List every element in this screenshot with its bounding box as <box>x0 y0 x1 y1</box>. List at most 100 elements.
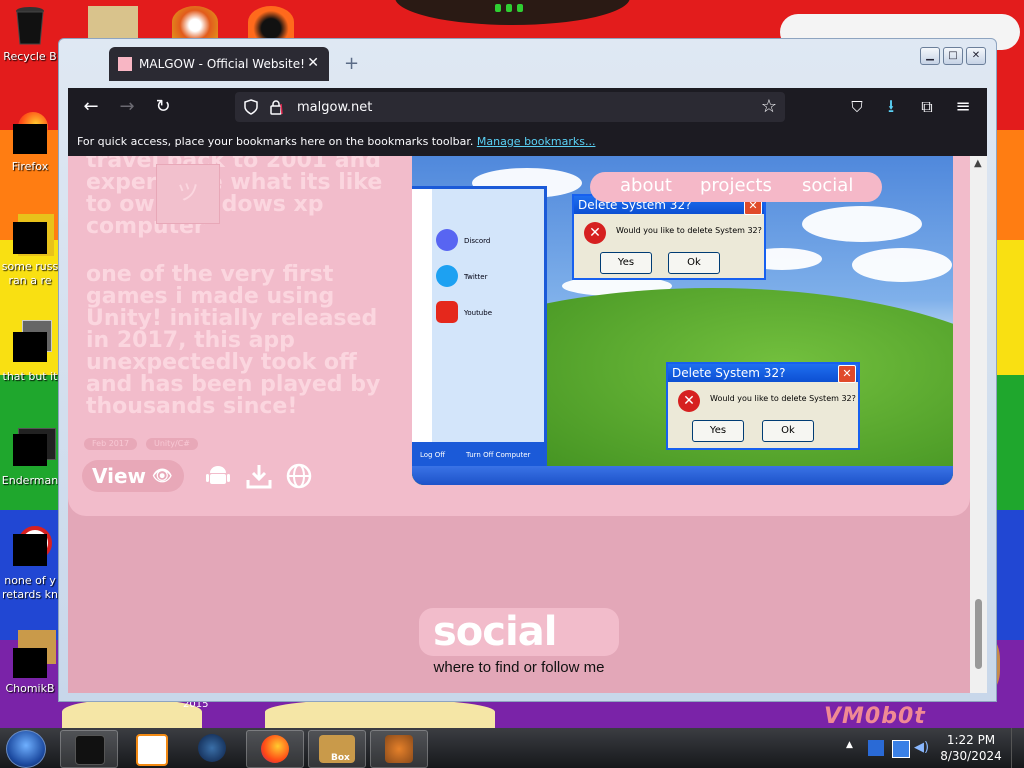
window-controls: ▁ □ ✕ <box>920 47 986 65</box>
downloads-icon[interactable]: ⭳ <box>880 96 902 118</box>
project-thumbnail: ツ <box>156 164 220 224</box>
desktop-icon-chomikb[interactable]: ChomikB <box>0 630 60 696</box>
desktop-icon-recycle-bin[interactable]: Recycle B <box>0 6 60 64</box>
tag-tech: Unity/C# <box>146 438 199 450</box>
tab-title: MALGOW - Official Website! <box>139 57 305 71</box>
dialog-close-icon[interactable]: ✕ <box>838 365 856 383</box>
url-bar[interactable]: malgow.net ☆ <box>235 92 785 122</box>
dialog-ok-button[interactable]: Ok <box>668 252 720 274</box>
nav-projects[interactable]: projects <box>700 175 772 196</box>
desktop-icon-app[interactable] <box>172 6 218 38</box>
eye-icon: 👁 <box>152 466 173 485</box>
page-scrollbar[interactable]: ▲ <box>970 156 987 693</box>
taskbar-app-globe[interactable] <box>184 730 240 766</box>
dialog-yes-button[interactable]: Yes <box>600 252 652 274</box>
wallpaper-watermark: VM0b0t <box>824 704 926 729</box>
dialog-ok-button[interactable]: Ok <box>762 420 814 442</box>
desktop-icon-label: ChomikB <box>5 682 55 695</box>
shortcut-icon <box>13 428 56 466</box>
media-icon <box>75 735 105 765</box>
recycle-bin-icon <box>14 6 46 45</box>
view-button[interactable]: View 👁 <box>82 460 184 492</box>
nav-social[interactable]: social <box>802 175 853 196</box>
xp-turnoff[interactable]: Turn Off Computer <box>466 451 530 459</box>
bookmarks-hint: For quick access, place your bookmarks h… <box>77 135 474 148</box>
close-tab-icon[interactable]: ✕ <box>307 55 319 71</box>
back-icon[interactable]: ← <box>80 96 102 118</box>
social-heading: social <box>433 609 557 655</box>
new-tab-button[interactable]: + <box>344 53 359 74</box>
clock[interactable]: 1:22 PM 8/30/2024 <box>938 732 1004 764</box>
web-icon[interactable] <box>284 462 314 492</box>
desktop-icon-label: Enderman <box>1 474 59 487</box>
nav-about[interactable]: about <box>620 175 672 196</box>
dialog-yes-button[interactable]: Yes <box>692 420 744 442</box>
shortcut-icon <box>13 320 52 362</box>
xp-dialog: Delete System 32? ✕ ✕ Would you like to … <box>572 194 766 280</box>
social-heading-box: social <box>419 608 619 656</box>
minimize-button[interactable]: ▁ <box>920 47 940 65</box>
show-hidden-icons[interactable]: ▲ <box>846 740 862 756</box>
desktop-icon-some-russ[interactable]: some russ ran a re <box>0 214 60 288</box>
desktop-icon-firefox[interactable]: Firefox <box>0 112 60 174</box>
clock-date: 8/30/2024 <box>940 749 1002 763</box>
desktop-icon-enderman[interactable]: Enderman <box>0 428 60 488</box>
firefox-icon <box>261 735 289 763</box>
desktop-icon-none-of-y[interactable]: none of y retards kn <box>0 526 60 602</box>
xp-menu-twitter[interactable]: Twitter <box>464 273 487 281</box>
url-text: malgow.net <box>297 100 373 115</box>
desktop-icon-label: Recycle B <box>3 50 57 63</box>
hamster-icon <box>13 630 56 678</box>
social-subtitle: where to find or follow me <box>433 659 605 676</box>
xp-logoff[interactable]: Log Off <box>420 451 445 459</box>
firefox-icon <box>13 112 48 154</box>
xp-menu-discord[interactable]: Discord <box>464 237 490 245</box>
desktop-icon-folder[interactable] <box>88 6 138 38</box>
download-icon[interactable] <box>244 462 274 492</box>
shortcut-icon <box>13 214 54 256</box>
lock-icon[interactable] <box>269 99 283 115</box>
network-icon[interactable] <box>868 740 884 756</box>
xp-menu-youtube[interactable]: Youtube <box>464 309 492 317</box>
close-window-button[interactable]: ✕ <box>966 47 986 65</box>
site-nav: about projects social <box>590 172 882 202</box>
twitter-icon[interactable] <box>436 265 458 287</box>
show-desktop-button[interactable] <box>1011 728 1024 768</box>
scroll-up-icon[interactable]: ▲ <box>974 158 982 169</box>
extensions-icon[interactable]: ⧉ <box>916 96 938 118</box>
youtube-icon[interactable] <box>436 301 458 323</box>
android-icon[interactable] <box>203 462 233 492</box>
start-button[interactable] <box>6 730 46 768</box>
taskbar-app-fox[interactable] <box>370 730 428 768</box>
reload-icon[interactable]: ↻ <box>152 96 174 118</box>
project-description-top: travel back to 2001 and experience what … <box>86 156 383 239</box>
taskbar-app-firefox[interactable] <box>246 730 304 768</box>
tab-malgow[interactable]: MALGOW - Official Website! ✕ <box>109 47 329 81</box>
manage-bookmarks-link[interactable]: Manage bookmarks... <box>477 135 596 148</box>
desktop-icon-app[interactable] <box>248 6 294 38</box>
discord-icon[interactable] <box>436 229 458 251</box>
wallpaper-art <box>62 700 202 730</box>
xp-start-menu: Discord Twitter Youtube Log Off Turn Off… <box>412 186 547 474</box>
xp-dialog: Delete System 32? ✕ ✕ Would you like to … <box>666 362 860 450</box>
menu-icon[interactable]: ≡ <box>952 96 974 118</box>
pocket-icon[interactable]: ⛉ <box>846 96 868 118</box>
media-player-icon <box>136 734 168 766</box>
forward-icon[interactable]: → <box>116 96 138 118</box>
wallpaper-eye-icon <box>506 4 512 12</box>
globe-icon <box>198 734 226 762</box>
xp-taskbar <box>412 466 953 485</box>
bookmark-star-icon[interactable]: ☆ <box>761 96 777 117</box>
navigation-toolbar: ← → ↻ malgow.net ☆ ⛉ ⭳ ⧉ ≡ <box>68 88 987 126</box>
taskbar-app-media[interactable] <box>60 730 118 768</box>
taskbar-app-media-player[interactable] <box>122 730 178 766</box>
error-icon: ✕ <box>584 222 606 244</box>
speaker-icon[interactable]: ◀) <box>914 740 930 756</box>
scroll-thumb[interactable] <box>975 599 982 669</box>
shield-icon[interactable] <box>243 99 259 115</box>
maximize-button[interactable]: □ <box>943 47 963 65</box>
monitor-icon[interactable] <box>892 740 910 758</box>
taskbar-app-box[interactable]: Box <box>308 730 366 768</box>
taskbar: Box ▲ ◀) 1:22 PM 8/30/2024 <box>0 728 1024 768</box>
desktop-icon-that-but-it[interactable]: that but it <box>0 320 60 384</box>
